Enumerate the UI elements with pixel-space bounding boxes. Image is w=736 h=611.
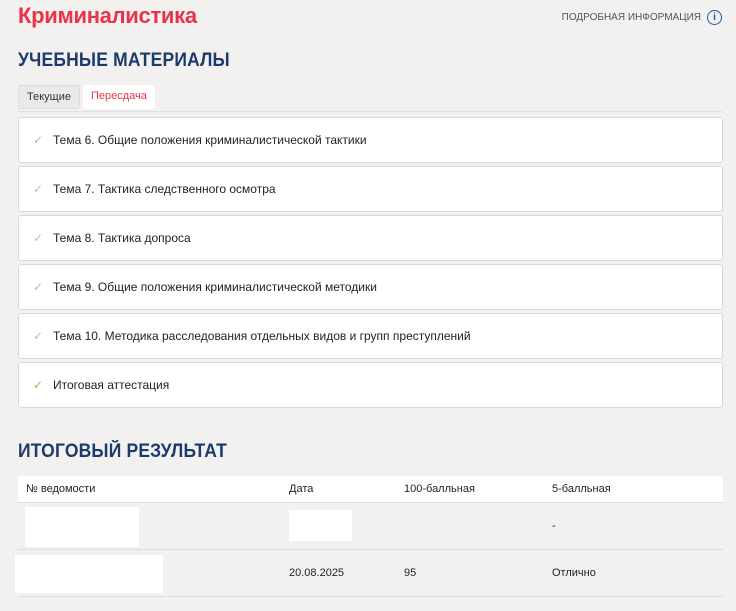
table-row: 20.08.2025 95 Отлично (15, 550, 723, 597)
list-item[interactable]: ✓ Тема 7. Тактика следственного осмотра (18, 166, 723, 212)
cell: - (552, 520, 556, 532)
col-header: 100-балльная (404, 483, 475, 495)
materials-tabs: Текущие Пересдача (18, 85, 155, 109)
check-icon: ✓ (33, 182, 44, 196)
item-label: Тема 9. Общие положения криминалистическ… (53, 280, 377, 294)
divider (18, 111, 722, 112)
col-header: Дата (289, 483, 314, 495)
page-title: Криминалистика (18, 3, 197, 28)
result-heading: ИТОГОВЫЙ РЕЗУЛЬТАТ (18, 441, 228, 462)
tab-current[interactable]: Текущие (18, 85, 80, 109)
materials-list: ✓ Тема 6. Общие положения криминалистичес… (18, 117, 723, 411)
info-icon: i (707, 10, 722, 25)
cell: 95 (404, 567, 417, 579)
col-header: № ведомости (26, 483, 96, 495)
redaction (289, 510, 352, 541)
list-item[interactable]: ✓ Тема 6. Общие положения криминалистичес… (18, 117, 723, 163)
item-label: Тема 6. Общие положения криминалистическ… (53, 133, 367, 147)
check-icon: ✓ (33, 133, 44, 147)
item-label: Тема 8. Тактика допроса (53, 231, 191, 245)
check-icon: ✓ (33, 280, 44, 294)
check-icon: ✓ (33, 378, 44, 392)
item-label: Тема 10. Методика расследования отдельны… (53, 329, 471, 343)
redaction (15, 555, 163, 593)
cell: 20.08.2025 (289, 567, 345, 579)
materials-heading: УЧЕБНЫЕ МАТЕРИАЛЫ (18, 50, 230, 71)
list-item[interactable]: ✓ Тема 9. Общие положения криминалистичес… (18, 264, 723, 310)
list-item[interactable]: ✓ Тема 8. Тактика допроса (18, 215, 723, 261)
details-link[interactable]: ПОДРОБНАЯ ИНФОРМАЦИЯ i (562, 10, 722, 25)
item-label: Итоговая аттестация (53, 378, 170, 392)
redaction (25, 507, 139, 547)
col-header: 5-балльная (552, 483, 611, 495)
check-icon: ✓ (33, 231, 44, 245)
table-row: - (18, 503, 723, 550)
check-icon: ✓ (33, 329, 44, 343)
list-item[interactable]: ✓ Тема 10. Методика расследования отдельн… (18, 313, 723, 359)
details-link-label: ПОДРОБНАЯ ИНФОРМАЦИЯ (561, 12, 701, 23)
list-item[interactable]: ✓ Итоговая аттестация (18, 362, 723, 408)
table-header: № ведомости Дата 100-балльная 5-балльная (18, 476, 723, 503)
cell: Отлично (552, 567, 596, 579)
tab-retake[interactable]: Пересдача (82, 85, 155, 109)
item-label: Тема 7. Тактика следственного осмотра (53, 182, 276, 196)
result-table: № ведомости Дата 100-балльная 5-балльная… (15, 476, 723, 597)
